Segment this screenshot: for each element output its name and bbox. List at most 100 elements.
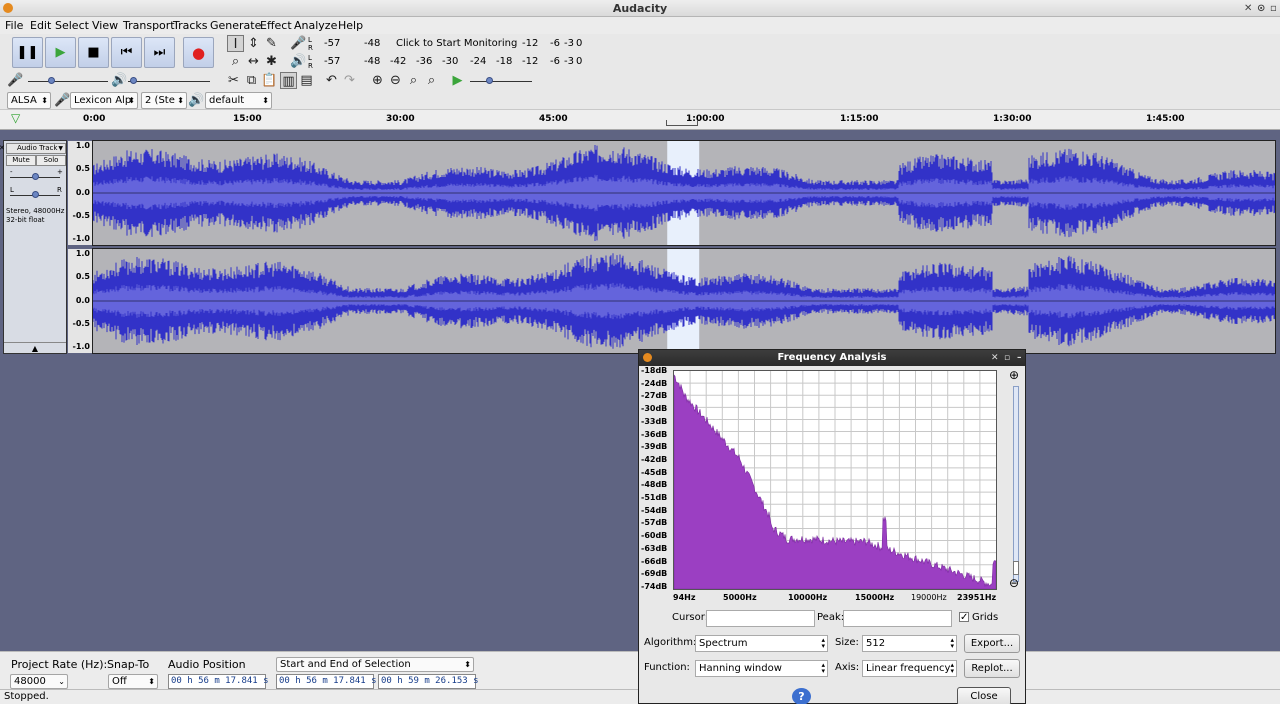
- replot-button[interactable]: Replot...: [964, 659, 1020, 678]
- multi-tool-icon[interactable]: ✱: [263, 53, 280, 70]
- menu-analyze[interactable]: Analyze: [294, 19, 337, 32]
- play-at-speed-icon[interactable]: ▶: [449, 72, 466, 89]
- record-meter[interactable]: LR -57 -48 Click to Start Monitoring -12…: [308, 36, 584, 52]
- menu-select[interactable]: Select: [55, 19, 89, 32]
- menu-effect[interactable]: Effect: [260, 19, 292, 32]
- close-window-icon[interactable]: ✕: [1244, 0, 1252, 17]
- export-button[interactable]: Export...: [964, 634, 1020, 653]
- draw-tool-icon[interactable]: ✎: [263, 35, 280, 52]
- record-meter-tick: -57: [324, 38, 341, 49]
- chevron-updown-icon: ⬍: [262, 96, 269, 105]
- record-meter-mic-icon[interactable]: 🎤: [290, 35, 307, 52]
- envelope-tool-icon[interactable]: ⇕: [245, 35, 262, 52]
- grids-checkbox[interactable]: ✓: [959, 612, 969, 623]
- copy-icon[interactable]: ⧉: [243, 72, 260, 89]
- slider-thumb[interactable]: [32, 173, 39, 180]
- project-rate-select[interactable]: 48000 ⌄: [10, 674, 68, 689]
- menu-tracks[interactable]: Tracks: [173, 19, 208, 32]
- ruler-tick-label: 1:45:00: [1146, 114, 1185, 124]
- dialog-maximize-icon[interactable]: ▫: [1004, 350, 1010, 366]
- paste-icon[interactable]: 📋: [261, 72, 278, 89]
- channels-select[interactable]: 2 (Ste ⬍: [141, 92, 187, 109]
- dialog-title-bar[interactable]: Frequency Analysis ✕ ▫ –: [639, 350, 1025, 366]
- zoom-tool-icon[interactable]: ⌕: [227, 53, 244, 70]
- zoom-in-icon[interactable]: ⊕: [1009, 368, 1019, 382]
- skip-start-button[interactable]: ⏮: [111, 37, 142, 68]
- menu-help[interactable]: Help: [338, 19, 363, 32]
- slider-thumb[interactable]: [130, 77, 137, 84]
- pan-slider[interactable]: [10, 188, 60, 202]
- menu-generate[interactable]: Generate: [210, 19, 261, 32]
- slider-thumb[interactable]: [486, 77, 493, 84]
- dialog-close-icon[interactable]: ✕: [991, 350, 999, 366]
- y-axis-label: -51dB: [641, 493, 668, 503]
- audio-host-select[interactable]: ALSA ⬍: [7, 92, 51, 109]
- collapse-track-icon[interactable]: ▲: [4, 342, 66, 353]
- play-button[interactable]: ▶: [45, 37, 76, 68]
- close-button[interactable]: Close: [957, 687, 1011, 704]
- waveform-channel-left[interactable]: [92, 140, 1276, 246]
- maximize-window-icon[interactable]: ⊙: [1257, 0, 1265, 17]
- record-volume-slider[interactable]: [28, 74, 108, 88]
- menu-file[interactable]: File: [5, 19, 23, 32]
- play-at-speed-slider[interactable]: [470, 74, 532, 88]
- playback-volume-slider[interactable]: [128, 74, 210, 88]
- menu-view[interactable]: View: [92, 19, 118, 32]
- x-axis-label: 10000Hz: [788, 593, 828, 602]
- close-track-icon[interactable]: ✕: [0, 144, 5, 153]
- size-select[interactable]: 512 ▴ ▾: [862, 635, 957, 652]
- help-icon[interactable]: ?: [792, 688, 811, 704]
- record-volume-mic-icon: 🎤: [7, 73, 24, 88]
- mute-button[interactable]: Mute: [6, 155, 36, 166]
- peak-field[interactable]: [843, 610, 952, 627]
- pause-button[interactable]: ❚❚: [12, 37, 43, 68]
- selection-tool-icon[interactable]: I: [227, 35, 244, 52]
- click-to-start-monitoring[interactable]: Click to Start Monitoring: [396, 38, 517, 49]
- skip-end-button[interactable]: ⏭: [144, 37, 175, 68]
- fit-project-icon[interactable]: ⌕: [423, 72, 440, 89]
- slider-thumb[interactable]: [32, 191, 39, 198]
- input-device-select[interactable]: Lexicon Alp ⬍: [70, 92, 138, 109]
- zoom-out-icon[interactable]: ⊖: [1009, 576, 1019, 590]
- timeline-ruler[interactable]: ▽ 0:00 15:00 30:00 45:00 1:00:00 1:15:00…: [0, 110, 1280, 130]
- waveform-channel-right[interactable]: [92, 248, 1276, 354]
- axis-select[interactable]: Linear frequency ▴ ▾: [862, 660, 957, 677]
- y-axis-label: -36dB: [641, 429, 668, 439]
- track-name-menu[interactable]: ✕ Audio Track ▼: [0, 143, 66, 154]
- dialog-minimize-icon[interactable]: –: [1017, 350, 1022, 366]
- cursor-field[interactable]: [706, 610, 815, 627]
- function-select[interactable]: Hanning window ▴ ▾: [695, 660, 828, 677]
- silence-audio-icon[interactable]: ▤: [298, 72, 315, 89]
- undo-icon[interactable]: ↶: [323, 72, 340, 89]
- cut-icon[interactable]: ✂: [225, 72, 242, 89]
- slider-thumb[interactable]: [48, 77, 55, 84]
- selection-end-field[interactable]: 00 h 59 m 26.153 s: [378, 674, 479, 689]
- timeshift-tool-icon[interactable]: ↔: [245, 53, 262, 70]
- play-head-marker-icon[interactable]: ▽: [11, 111, 20, 125]
- cursor-label: Cursor:: [672, 612, 709, 623]
- menu-edit[interactable]: Edit: [30, 19, 51, 32]
- zoom-out-icon[interactable]: ⊖: [387, 72, 404, 89]
- zoom-scrollbar[interactable]: [1013, 386, 1019, 582]
- selection-start-field[interactable]: 00 h 56 m 17.841 s: [276, 674, 377, 689]
- algorithm-select[interactable]: Spectrum ▴ ▾: [695, 635, 828, 652]
- spectrum-plot[interactable]: [673, 370, 997, 590]
- menu-transport[interactable]: Transport: [123, 19, 175, 32]
- chevron-updown-icon: ⬍: [464, 660, 471, 669]
- redo-icon[interactable]: ↷: [341, 72, 358, 89]
- playback-meter[interactable]: LR -57 -48 -42 -36 -30 -24 -18 -12 -6 -3…: [308, 54, 584, 70]
- trim-audio-icon[interactable]: ▥: [280, 72, 297, 89]
- play-meter-speaker-icon[interactable]: 🔊: [290, 53, 307, 70]
- minimize-window-icon[interactable]: ▫: [1270, 0, 1277, 17]
- zoom-scroll-thumb[interactable]: [1013, 561, 1019, 575]
- record-button[interactable]: ●: [183, 37, 214, 68]
- stop-button[interactable]: ■: [78, 37, 109, 68]
- selection-mode-select[interactable]: Start and End of Selection ⬍: [276, 657, 474, 672]
- audio-position-field[interactable]: 00 h 56 m 17.841 s: [168, 674, 269, 689]
- solo-button[interactable]: Solo: [36, 155, 66, 166]
- output-device-select[interactable]: default ⬍: [205, 92, 272, 109]
- zoom-in-icon[interactable]: ⊕: [369, 72, 386, 89]
- gain-slider[interactable]: [10, 170, 60, 184]
- snap-to-select[interactable]: Off ⬍: [108, 674, 158, 689]
- fit-selection-icon[interactable]: ⌕: [405, 72, 422, 89]
